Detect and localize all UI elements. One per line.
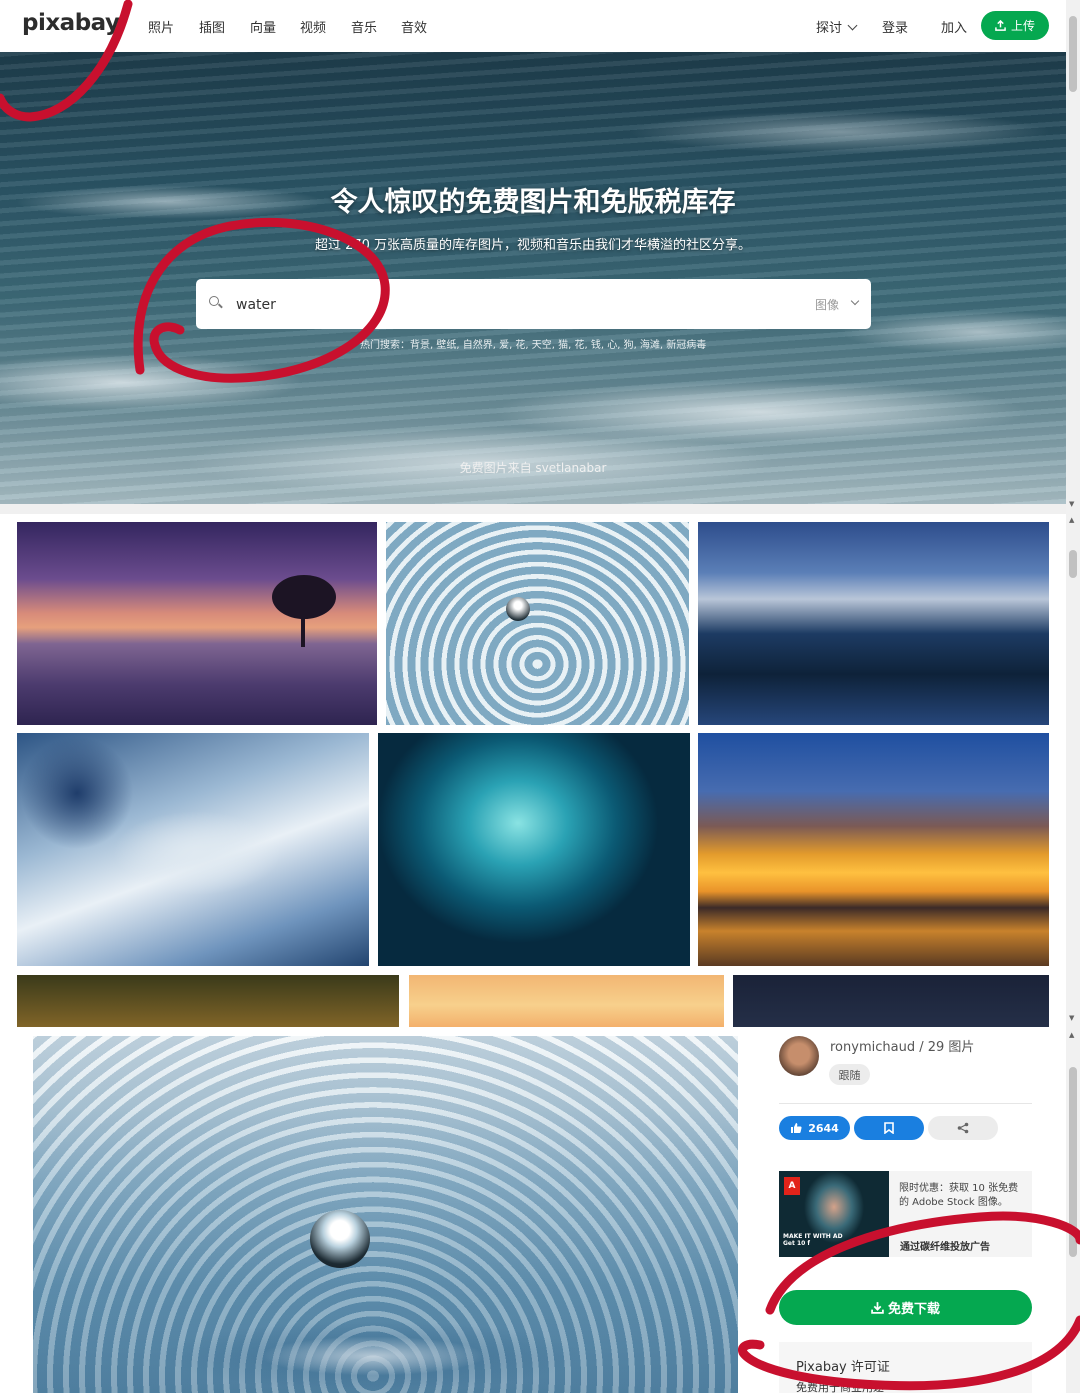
search-bar: 图像: [196, 279, 871, 329]
scrollbar-thumb[interactable]: [1069, 16, 1077, 92]
join-link[interactable]: 加入: [941, 17, 967, 36]
image-tile-night-sky[interactable]: [733, 975, 1049, 1027]
tree-silhouette: [272, 575, 336, 647]
image-tile-mountain-lake[interactable]: [698, 522, 1049, 725]
scroll-up-icon[interactable]: ▲: [1069, 1031, 1074, 1039]
separator: [0, 504, 1066, 514]
popular-searches[interactable]: 热门搜索：背景, 壁纸, 自然界, 爱, 花, 天空, 猫, 花, 钱, 心, …: [360, 336, 706, 351]
scroll-up-icon[interactable]: ▲: [1069, 516, 1074, 524]
login-link[interactable]: 登录: [882, 17, 908, 36]
download-icon: [871, 1302, 884, 1314]
nav-illustrations[interactable]: 插图: [199, 17, 225, 36]
download-label: 免费下载: [887, 1302, 940, 1317]
ad-attribution[interactable]: 通过碳纤维投放广告: [900, 1238, 990, 1253]
image-tile-lake-tree[interactable]: [17, 522, 377, 725]
license-section: Pixabay 许可证 免费用于商业用途: [779, 1342, 1032, 1394]
like-button[interactable]: 2644: [779, 1116, 850, 1140]
avatar[interactable]: [779, 1036, 819, 1076]
scrollbar[interactable]: ▲ ▼: [1066, 514, 1080, 1027]
chevron-down-icon: [847, 20, 858, 31]
license-title[interactable]: Pixabay 许可证: [796, 1356, 890, 1375]
ad-image-text: MAKE IT WITH AD Get 10 f: [783, 1233, 843, 1247]
explore-label: 探讨: [816, 21, 843, 36]
water-drop: [310, 1210, 370, 1268]
nav-photos[interactable]: 照片: [148, 17, 174, 36]
search-icon[interactable]: [209, 296, 219, 306]
follow-button[interactable]: 跟随: [829, 1064, 870, 1085]
scroll-down-icon[interactable]: ▼: [1069, 500, 1074, 508]
drop-shape: [506, 597, 530, 621]
bookmark-button[interactable]: [854, 1116, 924, 1140]
like-count: 2644: [808, 1121, 839, 1135]
top-nav: pixabay 照片 插图 向量 视频 音乐 音效 探讨 登录 加入 上传: [0, 0, 1066, 52]
nav-vectors[interactable]: 向量: [250, 17, 276, 36]
image-tile-bubbles[interactable]: [378, 733, 690, 966]
bookmark-icon: [884, 1122, 894, 1134]
nav-sound-effects[interactable]: 音效: [401, 17, 427, 36]
large-image-water-drop[interactable]: [33, 1036, 738, 1393]
explore-menu[interactable]: 探讨: [816, 17, 858, 36]
adobe-logo: A: [784, 1177, 800, 1195]
scrollbar-thumb[interactable]: [1069, 550, 1077, 578]
pixabay-logo[interactable]: pixabay: [22, 10, 120, 36]
share-icon: [957, 1122, 969, 1134]
share-button[interactable]: [928, 1116, 998, 1140]
upload-button[interactable]: 上传: [981, 11, 1049, 40]
divider: [779, 1103, 1032, 1104]
image-tile-sunrise[interactable]: [409, 975, 724, 1027]
image-tile-water-splash[interactable]: [17, 733, 369, 966]
nav-videos[interactable]: 视频: [300, 17, 326, 36]
hero-title: 令人惊叹的免费图片和免版税库存: [330, 187, 736, 218]
scroll-down-icon[interactable]: ▼: [1069, 1014, 1074, 1022]
image-tile-water-drop[interactable]: [386, 522, 689, 725]
image-credit[interactable]: 免费图片来自 svetlanabar: [0, 459, 1066, 476]
image-tile-sunset-clouds[interactable]: [698, 733, 1049, 966]
upload-label: 上传: [1010, 19, 1035, 33]
thumbs-up-icon: [791, 1123, 802, 1133]
scrollbar[interactable]: ▲: [1066, 1027, 1080, 1393]
image-tile-forest[interactable]: [17, 975, 399, 1027]
media-type-select[interactable]: 图像: [815, 296, 839, 313]
free-download-button[interactable]: 免费下载: [779, 1290, 1032, 1325]
scrollbar-thumb[interactable]: [1069, 1067, 1077, 1257]
scrollbar[interactable]: ▼: [1066, 0, 1080, 514]
adobe-stock-ad[interactable]: A MAKE IT WITH AD Get 10 f 限时优惠：获取 10 张免费…: [779, 1171, 1032, 1257]
image-gallery: [0, 514, 1066, 1027]
hero-subtitle: 超过 270 万张高质量的库存图片，视频和音乐由我们才华横溢的社区分享。: [314, 238, 752, 253]
ad-image: A MAKE IT WITH AD Get 10 f: [779, 1171, 889, 1257]
nav-music[interactable]: 音乐: [351, 17, 377, 36]
upload-icon: [995, 20, 1006, 31]
chevron-down-icon[interactable]: [850, 296, 860, 306]
ad-text: 限时优惠：获取 10 张免费的 Adobe Stock 图像。: [899, 1183, 1019, 1208]
search-input[interactable]: [234, 294, 758, 316]
hero-banner: 令人惊叹的免费图片和免版税库存 超过 270 万张高质量的库存图片，视频和音乐由…: [0, 52, 1066, 504]
uploader-name[interactable]: ronymichaud / 29 图片: [830, 1036, 974, 1055]
